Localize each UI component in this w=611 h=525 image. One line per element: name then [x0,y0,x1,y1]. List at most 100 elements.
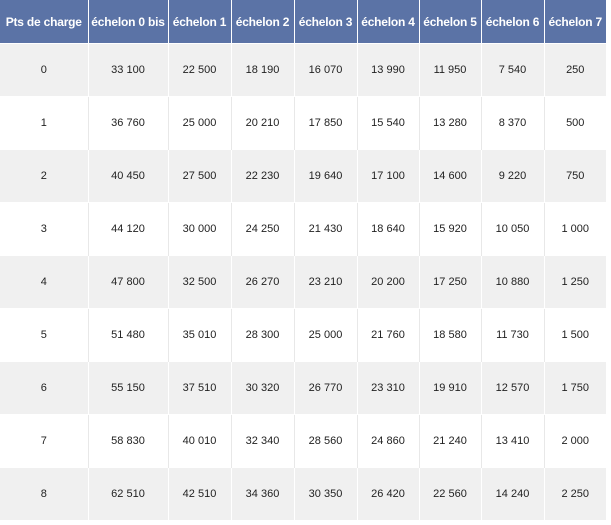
table-cell: 19 910 [419,361,482,415]
table-cell: 1 750 [544,361,606,415]
column-header: échelon 0 bis [88,0,169,44]
column-header: échelon 4 [357,0,420,44]
table-row: 6 55 150 37 510 30 320 26 770 23 310 19 910 12 … [0,361,606,415]
table-cell: 47 800 [88,255,169,309]
table-cell: 11 950 [419,43,482,97]
table-cell: 2 000 [544,414,606,468]
table-cell: 40 010 [168,414,232,468]
table-cell: 16 070 [294,43,358,97]
table-cell: 17 100 [357,149,420,203]
table-cell: 25 000 [168,96,232,150]
table-row: 3 44 120 30 000 24 250 21 430 18 640 15 920 10 … [0,202,606,256]
charge-points-cell: 3 [0,202,89,256]
table-cell: 26 270 [231,255,295,309]
column-header: échelon 6 [481,0,545,44]
table-cell: 44 120 [88,202,169,256]
charge-points-cell: 2 [0,149,89,203]
column-header: échelon 5 [419,0,482,44]
table-cell: 22 500 [168,43,232,97]
table-cell: 22 560 [419,467,482,520]
table-cell: 58 830 [88,414,169,468]
table-cell: 33 100 [88,43,169,97]
table-cell: 22 230 [231,149,295,203]
charge-points-cell: 5 [0,308,89,362]
table-cell: 21 430 [294,202,358,256]
table-cell: 14 600 [419,149,482,203]
column-header: échelon 3 [294,0,358,44]
table-cell: 2 250 [544,467,606,520]
table-cell: 26 420 [357,467,420,520]
charge-points-cell: 4 [0,255,89,309]
table-row: 4 47 800 32 500 26 270 23 210 20 200 17 250 10 … [0,255,606,309]
table-row: 2 40 450 27 500 22 230 19 640 17 100 14 600 9 2… [0,149,606,203]
table-row: 8 62 510 42 510 34 360 30 350 26 420 22 560 14 … [0,467,606,520]
table-cell: 27 500 [168,149,232,203]
table-cell: 18 640 [357,202,420,256]
charge-points-cell: 1 [0,96,89,150]
table-cell: 19 640 [294,149,358,203]
table-cell: 35 010 [168,308,232,362]
table-cell: 42 510 [168,467,232,520]
table-cell: 20 200 [357,255,420,309]
table-cell: 25 000 [294,308,358,362]
table-cell: 17 850 [294,96,358,150]
table-cell: 37 510 [168,361,232,415]
table-cell: 21 760 [357,308,420,362]
table-cell: 21 240 [419,414,482,468]
page: Pts de charge échelon 0 bis échelon 1 échel… [0,0,611,525]
table-cell: 32 500 [168,255,232,309]
table-cell: 13 990 [357,43,420,97]
table-cell: 7 540 [481,43,545,97]
table-cell: 250 [544,43,606,97]
table-cell: 55 150 [88,361,169,415]
table-row: 7 58 830 40 010 32 340 28 560 24 860 21 240 13 … [0,414,606,468]
table-cell: 23 310 [357,361,420,415]
table-cell: 51 480 [88,308,169,362]
echelon-table: Pts de charge échelon 0 bis échelon 1 échel… [0,0,606,520]
table-cell: 500 [544,96,606,150]
column-header: Pts de charge [0,0,89,44]
table-cell: 30 000 [168,202,232,256]
table-cell: 10 050 [481,202,545,256]
table-cell: 15 920 [419,202,482,256]
column-header: échelon 2 [231,0,295,44]
table-cell: 8 370 [481,96,545,150]
table-cell: 26 770 [294,361,358,415]
table-cell: 1 000 [544,202,606,256]
table-cell: 23 210 [294,255,358,309]
table-cell: 12 570 [481,361,545,415]
header-row: Pts de charge échelon 0 bis échelon 1 échel… [0,0,606,44]
table-cell: 24 860 [357,414,420,468]
table-cell: 28 300 [231,308,295,362]
table-cell: 28 560 [294,414,358,468]
table-cell: 32 340 [231,414,295,468]
table-cell: 30 350 [294,467,358,520]
table-cell: 18 580 [419,308,482,362]
charge-points-cell: 7 [0,414,89,468]
table-cell: 34 360 [231,467,295,520]
table-row: 5 51 480 35 010 28 300 25 000 21 760 18 580 11 … [0,308,606,362]
table-row: 1 36 760 25 000 20 210 17 850 15 540 13 280 8 3… [0,96,606,150]
table-body: 0 33 100 22 500 18 190 16 070 13 990 11 950 7 5… [0,43,606,520]
table-cell: 40 450 [88,149,169,203]
table-cell: 11 730 [481,308,545,362]
column-header: échelon 1 [168,0,232,44]
table-cell: 20 210 [231,96,295,150]
table-cell: 750 [544,149,606,203]
column-header: échelon 7 [544,0,606,44]
table-cell: 1 250 [544,255,606,309]
table-cell: 9 220 [481,149,545,203]
table-cell: 14 240 [481,467,545,520]
table-cell: 15 540 [357,96,420,150]
charge-points-cell: 0 [0,43,89,97]
table-cell: 13 410 [481,414,545,468]
table-cell: 17 250 [419,255,482,309]
charge-points-cell: 8 [0,467,89,520]
charge-points-cell: 6 [0,361,89,415]
table-cell: 36 760 [88,96,169,150]
table-header: Pts de charge échelon 0 bis échelon 1 échel… [0,0,606,44]
table-row: 0 33 100 22 500 18 190 16 070 13 990 11 950 7 5… [0,43,606,97]
table-cell: 18 190 [231,43,295,97]
table-cell: 24 250 [231,202,295,256]
table-cell: 10 880 [481,255,545,309]
